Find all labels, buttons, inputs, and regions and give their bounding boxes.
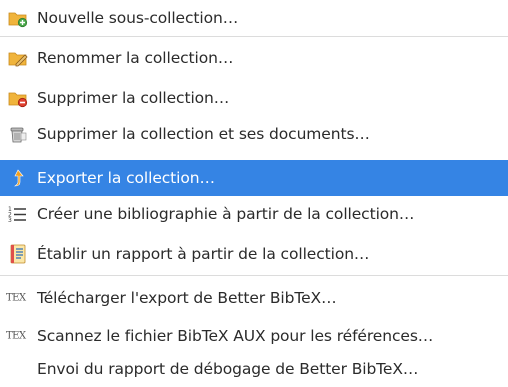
menu-item-create-bibliography[interactable]: 1 2 3 Créer une bibliographie à partir d…	[0, 196, 508, 232]
menu-item-label: Nouvelle sous-collection…	[37, 9, 239, 27]
menu-item-send-debug-report[interactable]: Envoi du rapport de débogage de Better B…	[0, 351, 508, 387]
menu-item-label: Établir un rapport à partir de la collec…	[37, 245, 370, 263]
trash-icon	[10, 127, 27, 143]
menu-item-rename-collection[interactable]: Renommer la collection…	[0, 40, 508, 76]
tex-icon: TEX	[6, 292, 26, 304]
context-menu: Nouvelle sous-collection… Renommer la co…	[0, 0, 508, 387]
menu-item-generate-report[interactable]: Établir un rapport à partir de la collec…	[0, 236, 508, 272]
export-arrow-icon	[14, 169, 24, 187]
report-icon	[10, 244, 26, 264]
menu-item-label: Supprimer la collection et ses documents…	[37, 125, 370, 143]
bibliography-list-icon: 1 2 3	[8, 206, 26, 224]
menu-item-label: Renommer la collection…	[37, 49, 234, 67]
rename-folder-icon	[8, 52, 28, 67]
menu-item-label: Envoi du rapport de débogage de Better B…	[37, 360, 419, 378]
menu-item-export-collection[interactable]: Exporter la collection…	[0, 160, 508, 196]
menu-separator	[0, 36, 508, 37]
delete-folder-icon	[8, 92, 28, 108]
new-subcollection-icon	[8, 12, 28, 28]
menu-separator	[0, 275, 508, 276]
menu-item-download-bbt-export[interactable]: TEX Télécharger l'export de Better BibTe…	[0, 280, 508, 316]
menu-item-label: Supprimer la collection…	[37, 89, 230, 107]
menu-item-new-subcollection[interactable]: Nouvelle sous-collection…	[0, 0, 508, 36]
svg-text:3: 3	[8, 217, 12, 224]
menu-item-label: Scannez le fichier BibTeX AUX pour les r…	[37, 327, 434, 345]
tex-icon: TEX	[6, 330, 26, 342]
menu-item-delete-collection[interactable]: Supprimer la collection…	[0, 80, 508, 116]
menu-item-scan-aux-file[interactable]: TEX Scannez le fichier BibTeX AUX pour l…	[0, 318, 508, 354]
menu-item-label: Créer une bibliographie à partir de la c…	[37, 205, 415, 223]
menu-item-label: Exporter la collection…	[37, 169, 215, 187]
menu-item-delete-collection-and-items[interactable]: Supprimer la collection et ses documents…	[0, 116, 508, 152]
menu-item-label: Télécharger l'export de Better BibTeX…	[37, 289, 337, 307]
